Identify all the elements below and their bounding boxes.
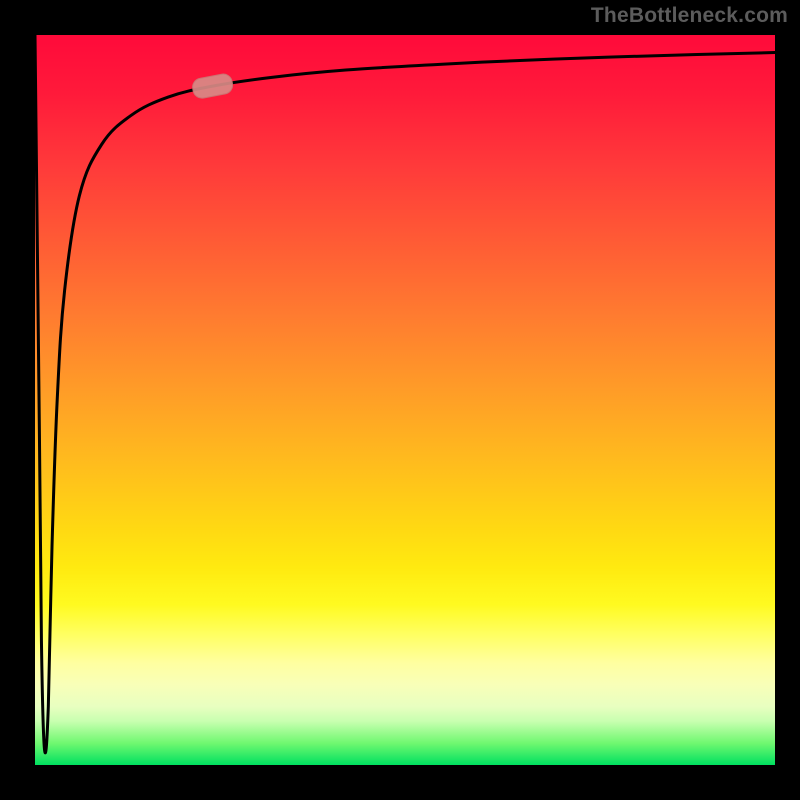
curve-layer xyxy=(35,35,775,765)
marker-point xyxy=(191,73,234,100)
chart-stage: TheBottleneck.com xyxy=(0,0,800,800)
bottleneck-curve xyxy=(35,35,775,753)
watermark-text: TheBottleneck.com xyxy=(591,4,788,28)
plot-area xyxy=(35,35,775,765)
